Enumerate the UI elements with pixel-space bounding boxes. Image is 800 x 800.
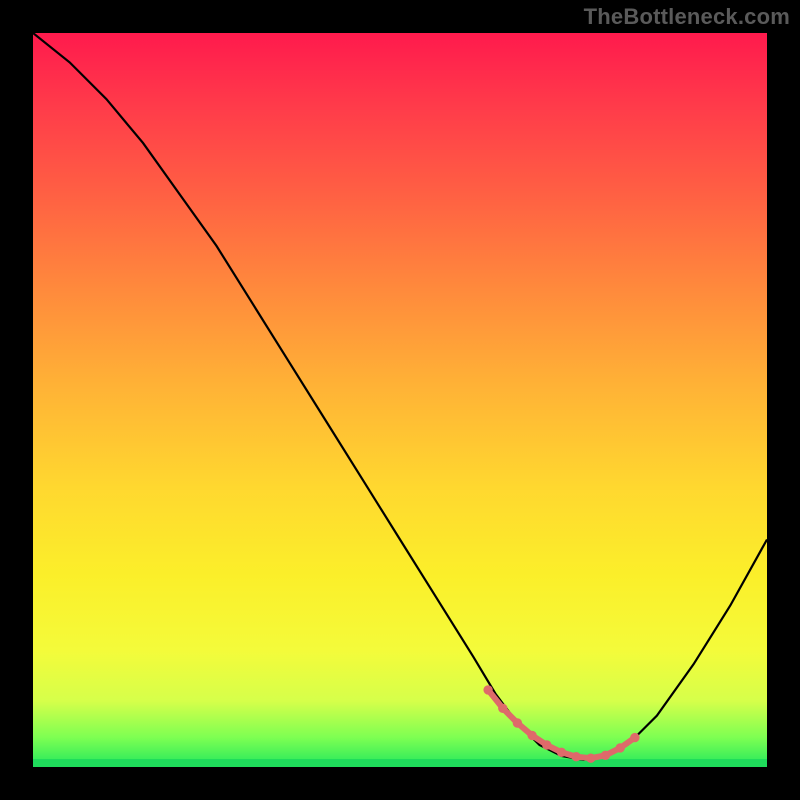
highlight-marker-group <box>484 686 639 763</box>
chart-svg <box>33 33 767 767</box>
watermark-text: TheBottleneck.com <box>584 4 790 30</box>
plot-area <box>33 33 767 767</box>
highlight-dot <box>631 733 639 741</box>
bottleneck-curve <box>33 33 767 760</box>
chart-frame: TheBottleneck.com <box>0 0 800 800</box>
